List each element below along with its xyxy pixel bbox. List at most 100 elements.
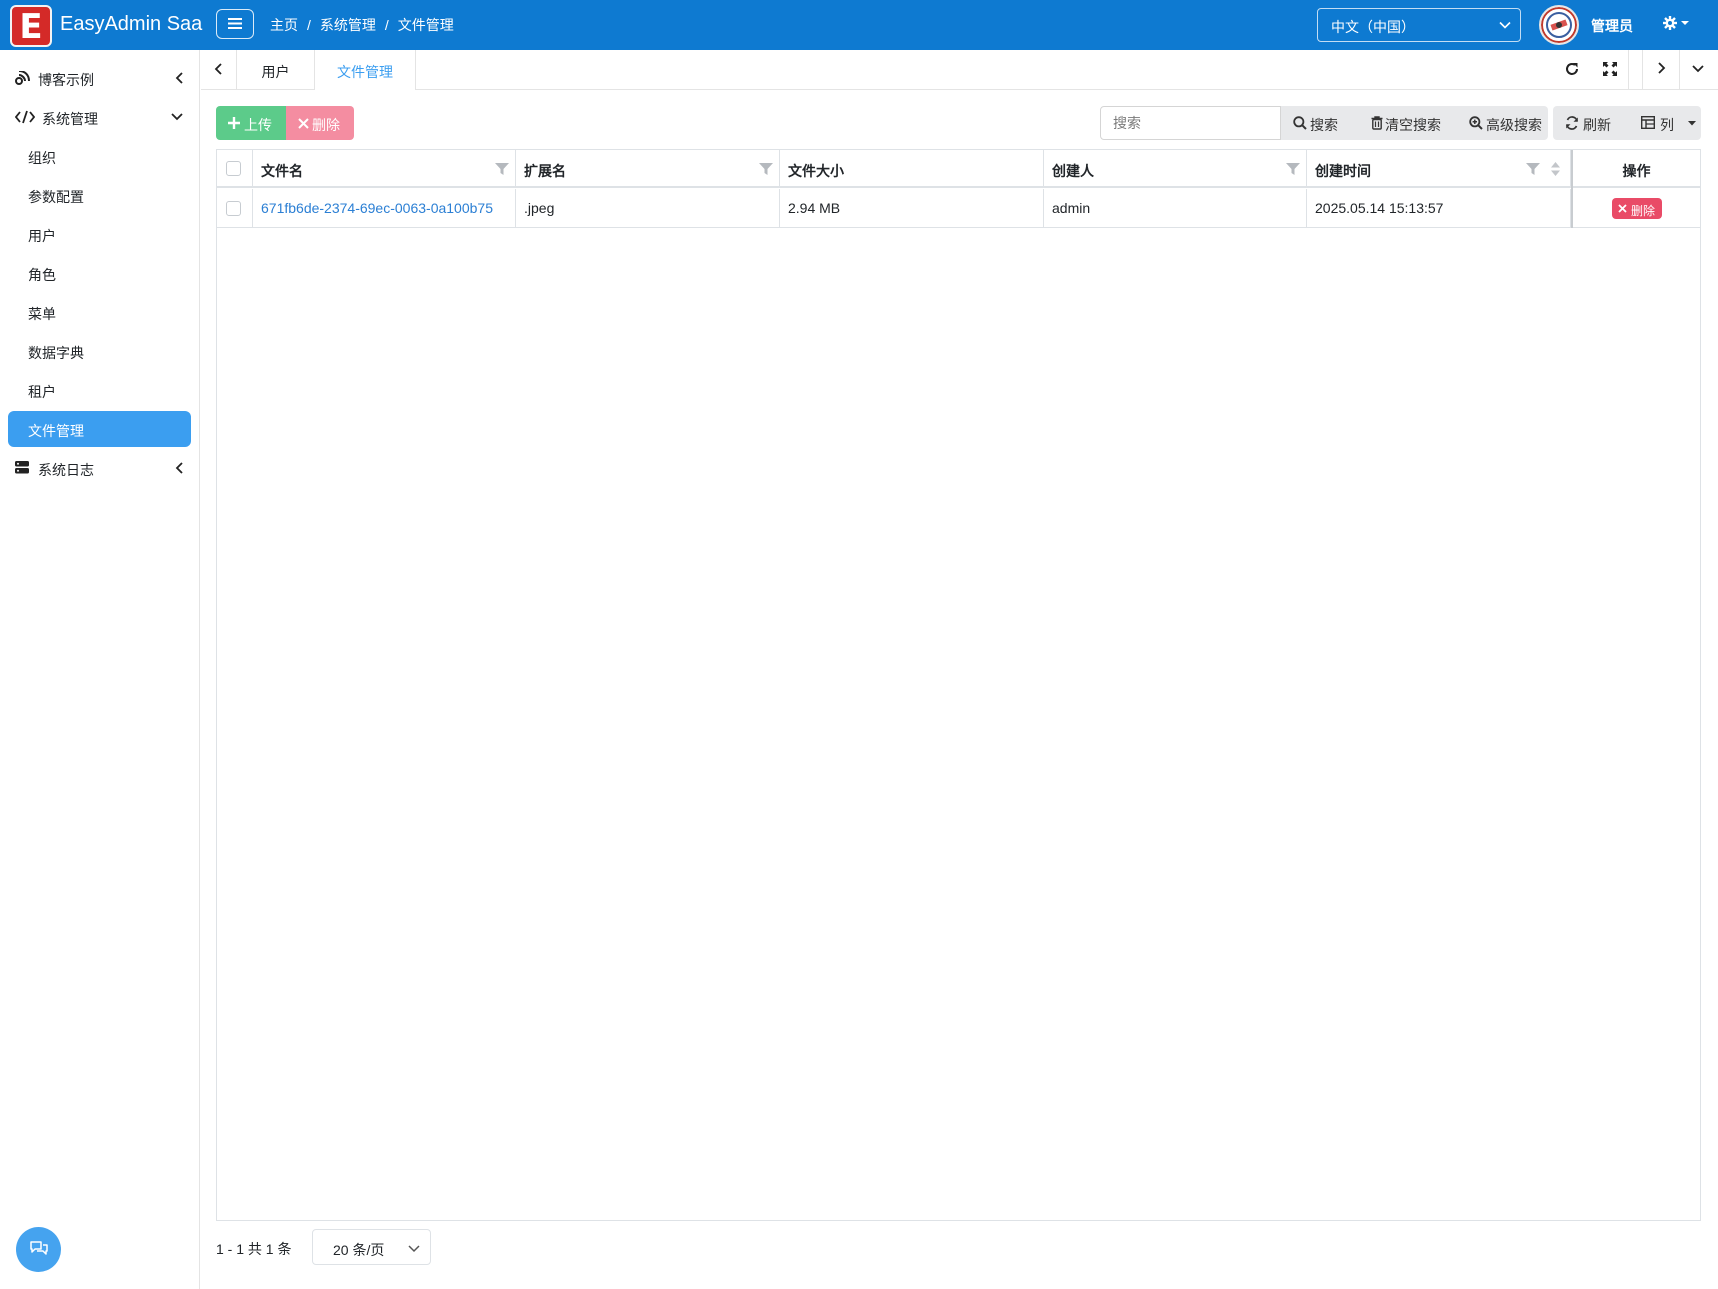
- sidebar-item-label: 参数配置: [28, 189, 84, 205]
- sidebar-item-dictionary[interactable]: 数据字典: [8, 333, 191, 369]
- row-checkbox[interactable]: [226, 201, 241, 216]
- sidebar-item-system[interactable]: 系统管理: [8, 99, 191, 135]
- select-all-checkbox[interactable]: [226, 161, 241, 176]
- tab-scroll-right-button[interactable]: [1642, 50, 1680, 89]
- tab-refresh-button[interactable]: [1553, 50, 1591, 89]
- sidebar-item-org[interactable]: 组织: [8, 138, 191, 174]
- sidebar-item-label: 用户: [28, 228, 56, 244]
- delete-label: 删除: [312, 117, 340, 133]
- chevron-left-icon: [175, 72, 183, 84]
- chevron-left-icon: [214, 63, 222, 75]
- zoom-in-icon: [1469, 116, 1483, 130]
- chevron-down-icon: [171, 113, 183, 121]
- cell-file-name: 671fb6de-2374-69ec-0063-0a100b75: [253, 189, 516, 228]
- sidebar-item-tenants[interactable]: 租户: [8, 372, 191, 408]
- upload-label: 上传: [244, 117, 272, 133]
- sidebar-item-logs[interactable]: 系统日志: [8, 450, 191, 486]
- chevron-left-icon: [175, 462, 183, 474]
- tab-users[interactable]: 用户: [237, 50, 315, 89]
- search-input[interactable]: [1100, 106, 1281, 140]
- row-select-cell: [217, 189, 253, 228]
- search-icon: [1293, 116, 1307, 130]
- page-size-value: 20 条/页: [333, 1242, 385, 1258]
- search-group: 搜索 清空搜索 高级搜索: [1100, 106, 1548, 140]
- sync-icon: [1566, 116, 1578, 130]
- advanced-search-button[interactable]: 高级搜索: [1457, 106, 1548, 140]
- chat-button[interactable]: [16, 1227, 61, 1272]
- sidebar-toggle-button[interactable]: [216, 9, 254, 39]
- tab-options-dropdown[interactable]: [1680, 50, 1718, 89]
- breadcrumb-home[interactable]: 主页: [270, 17, 298, 33]
- breadcrumb: 主页 / 系统管理 / 文件管理: [270, 15, 454, 35]
- breadcrumb-separator: /: [307, 17, 311, 33]
- gear-icon: [1663, 16, 1689, 30]
- clear-search-button[interactable]: 清空搜索: [1359, 106, 1457, 140]
- upload-button[interactable]: 上传: [216, 106, 286, 140]
- brand[interactable]: E EasyAdmin Saa: [0, 0, 203, 50]
- table-tools: 刷新 列: [1553, 106, 1701, 140]
- trash-icon: [1371, 116, 1383, 130]
- plus-icon: [228, 117, 240, 129]
- filter-icon[interactable]: [1526, 163, 1540, 175]
- search-button[interactable]: 搜索: [1281, 106, 1359, 140]
- blog-icon: [15, 71, 30, 85]
- column-label: 扩展名: [524, 163, 566, 179]
- tab-files[interactable]: 文件管理: [315, 50, 416, 90]
- column-header-file-size[interactable]: 文件大小: [780, 150, 1044, 188]
- filter-icon[interactable]: [495, 163, 509, 175]
- server-icon: [15, 461, 29, 474]
- cell-created-at: 2025.05.14 15:13:57: [1307, 189, 1571, 228]
- chevron-right-icon: [1658, 62, 1666, 74]
- file-name-link[interactable]: 671fb6de-2374-69ec-0063-0a100b75: [261, 200, 508, 216]
- row-delete-button[interactable]: 删除: [1612, 198, 1662, 219]
- created-at-value: 2025.05.14 15:13:57: [1315, 200, 1444, 216]
- pagination-summary: 1 - 1 共 1 条: [216, 1241, 292, 1257]
- code-icon: [15, 110, 35, 124]
- tab-label: 文件管理: [337, 64, 393, 80]
- page-size-select[interactable]: 20 条/页: [312, 1229, 431, 1265]
- columns-label: 列: [1660, 117, 1674, 133]
- sidebar-item-users[interactable]: 用户: [8, 216, 191, 252]
- row-delete-label: 删除: [1631, 204, 1656, 218]
- fullscreen-button[interactable]: [1591, 50, 1629, 89]
- column-header-extension[interactable]: 扩展名: [516, 150, 780, 188]
- language-select[interactable]: 中文（中国）: [1317, 8, 1521, 42]
- column-header-created-at[interactable]: 创建时间: [1307, 150, 1571, 188]
- breadcrumb-system[interactable]: 系统管理: [320, 17, 376, 33]
- refresh-label: 刷新: [1583, 117, 1611, 133]
- cell-extension: .jpeg: [516, 189, 780, 228]
- avatar[interactable]: [1539, 5, 1579, 45]
- breadcrumb-separator: /: [384, 17, 389, 33]
- sidebar: 博客示例 系统管理 组织 参数配置 用户 角色 菜单 数据字典 租户 文件管理 …: [0, 50, 200, 1289]
- column-label: 文件大小: [788, 163, 844, 179]
- columns-toggle-button[interactable]: 列: [1629, 106, 1701, 140]
- sidebar-item-label: 博客示例: [38, 72, 94, 88]
- settings-menu[interactable]: [1662, 15, 1690, 31]
- sidebar-item-label: 角色: [28, 267, 56, 283]
- filter-icon[interactable]: [759, 163, 773, 175]
- sidebar-item-menus[interactable]: 菜单: [8, 294, 191, 330]
- chevron-down-icon: [1692, 65, 1704, 73]
- bulk-delete-button[interactable]: 删除: [286, 106, 354, 140]
- filter-icon[interactable]: [1286, 163, 1300, 175]
- cell-creator: admin: [1044, 189, 1307, 228]
- user-name[interactable]: 管理员: [1591, 16, 1633, 36]
- sort-icon[interactable]: [1551, 162, 1560, 176]
- cell-actions: 删除: [1573, 189, 1700, 228]
- fullscreen-icon: [1603, 62, 1617, 76]
- sidebar-item-roles[interactable]: 角色: [8, 255, 191, 291]
- sidebar-item-blog[interactable]: 博客示例: [8, 60, 191, 96]
- sidebar-item-params[interactable]: 参数配置: [8, 177, 191, 213]
- column-header-file-name[interactable]: 文件名: [253, 150, 516, 188]
- brand-name: EasyAdmin Saa: [60, 13, 203, 35]
- sidebar-item-label: 系统管理: [42, 111, 98, 127]
- sidebar-item-label: 数据字典: [28, 345, 84, 361]
- file-size-value: 2.94 MB: [788, 200, 841, 216]
- refresh-button[interactable]: 刷新: [1553, 106, 1629, 140]
- sidebar-item-label: 文件管理: [28, 423, 84, 439]
- sidebar-item-files[interactable]: 文件管理: [8, 411, 191, 447]
- tab-scroll-left-button[interactable]: [201, 50, 237, 89]
- top-navbar: E EasyAdmin Saa 主页 / 系统管理 / 文件管理 中文（中国） 管理员: [0, 0, 1718, 50]
- menu-icon: [228, 18, 242, 29]
- column-header-creator[interactable]: 创建人: [1044, 150, 1307, 188]
